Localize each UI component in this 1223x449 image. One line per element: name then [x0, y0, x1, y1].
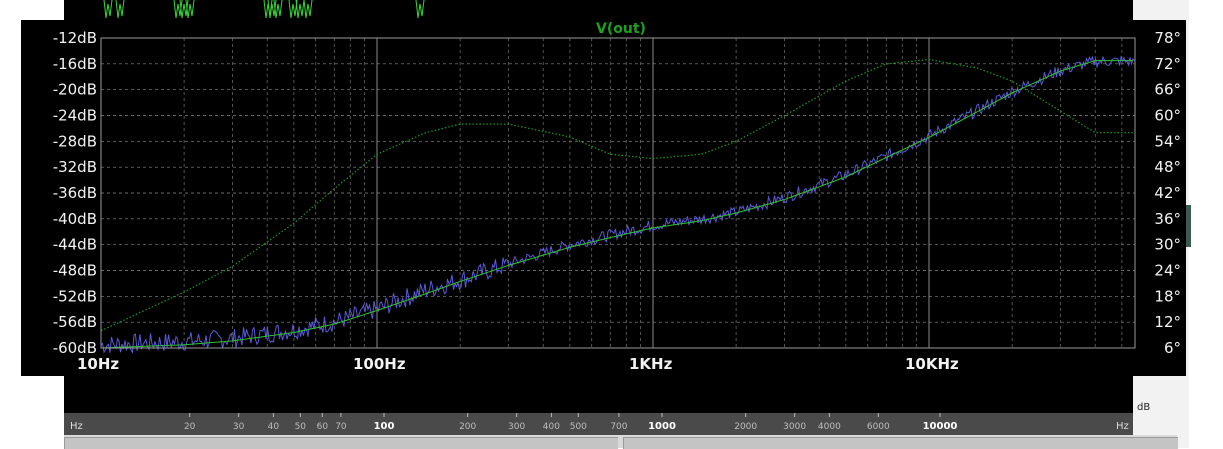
- ruler-tick-label: 4000: [818, 422, 841, 432]
- ruler-left-unit: Hz: [70, 421, 83, 432]
- trace-title[interactable]: V(out): [596, 21, 646, 37]
- right-axis-label: 78°: [1154, 29, 1181, 47]
- left-axis-label: -32dB: [53, 158, 97, 176]
- ruler-tick-label: 30: [233, 422, 245, 432]
- ruler-tick-label: 50: [295, 422, 307, 432]
- left-axis-label: -16dB: [53, 55, 97, 73]
- ruler-tick-label: 700: [610, 422, 627, 432]
- left-axis-label: -56dB: [53, 313, 97, 331]
- x-axis-label: 100Hz: [353, 355, 406, 373]
- frequency-ruler: Hz Hz 20 30 40 50 60 70 100 200 300 400 500 700 1000…: [64, 413, 1133, 435]
- right-axis-label: 18°: [1154, 287, 1181, 305]
- left-axis-label: -12dB: [53, 29, 97, 47]
- ruler-right-unit: Hz: [1116, 421, 1129, 432]
- plot-grid: [100, 37, 1135, 349]
- right-axis-label: 66°: [1154, 81, 1181, 99]
- background-waveform-trace: [103, 0, 425, 19]
- ruler-tick-label: 500: [570, 422, 587, 432]
- right-axis-label: 72°: [1154, 55, 1181, 73]
- left-axis-label: -36dB: [53, 184, 97, 202]
- left-axis-labels: -12dB -16dB -20dB -24dB -28dB -32dB -36dB -40dB…: [53, 29, 97, 357]
- right-axis-label: 36°: [1154, 210, 1181, 228]
- background-right-edge: [1189, 0, 1223, 448]
- ruler-tick-label: 400: [543, 422, 560, 432]
- magnitude-measured-trace: [100, 55, 1135, 354]
- ruler-tick-label: 70: [335, 422, 347, 432]
- ruler-tick-label: 6000: [867, 422, 890, 432]
- phase-trace: [100, 58, 1133, 332]
- right-axis-label: 24°: [1154, 262, 1181, 280]
- left-axis-label: -44dB: [53, 236, 97, 254]
- right-axis-label: 30°: [1154, 236, 1181, 254]
- x-axis-label: 10KHz: [905, 355, 959, 373]
- ruler-tick-label: 2000: [734, 422, 757, 432]
- status-bar: [64, 435, 1178, 449]
- magnitude-fit-trace: [100, 60, 1133, 349]
- frequency-ruler-scale: Hz Hz 20 30 40 50 60 70 100 200 300 400 500 700 1000…: [70, 413, 1129, 432]
- ruler-tick-label: 10000: [923, 421, 958, 432]
- ruler-tick-label: 300: [508, 422, 525, 432]
- bode-plot-window[interactable]: V(out) -12dB -16dB -20dB -24dB -28dB -32dB -36…: [21, 20, 1186, 376]
- right-axis-label: 42°: [1154, 184, 1181, 202]
- ruler-db-unit: dB: [1137, 402, 1151, 413]
- background-waveform: [103, 0, 425, 19]
- x-axis-label: 10Hz: [77, 355, 119, 373]
- x-axis-label: 1KHz: [629, 355, 673, 373]
- status-pane-right: [623, 437, 1178, 449]
- left-axis-label: -28dB: [53, 132, 97, 150]
- ruler-tick-label: 3000: [783, 422, 806, 432]
- right-axis-label: 54°: [1154, 132, 1181, 150]
- right-axis-label: 60°: [1154, 107, 1181, 125]
- left-axis-label: -40dB: [53, 210, 97, 228]
- status-pane-left: [64, 437, 618, 449]
- x-axis-labels: 10Hz 100Hz 1KHz 10KHz: [77, 355, 959, 373]
- right-axis-label: 48°: [1154, 158, 1181, 176]
- left-axis-label: -20dB: [53, 81, 97, 99]
- bode-plot[interactable]: V(out) -12dB -16dB -20dB -24dB -28dB -32dB -36…: [21, 20, 1186, 376]
- ruler-tick-label: 60: [317, 422, 329, 432]
- right-axis-label: 12°: [1154, 313, 1181, 331]
- ruler-tick-label: 40: [268, 422, 280, 432]
- ruler-tick-label: 1000: [648, 421, 676, 432]
- background-window-top: [64, 0, 1133, 20]
- right-axis-labels: 78° 72° 66° 60° 54° 48° 42° 36° 30° 24° 18° 12° 6°: [1154, 29, 1181, 357]
- ruler-tick-label: 20: [184, 422, 196, 432]
- ruler-tick-label: 100: [374, 421, 395, 432]
- ruler-tick-label: 200: [459, 422, 476, 432]
- left-axis-label: -24dB: [53, 107, 97, 125]
- right-axis-label: 6°: [1164, 339, 1181, 357]
- left-axis-label: -52dB: [53, 287, 97, 305]
- left-axis-label: -48dB: [53, 262, 97, 280]
